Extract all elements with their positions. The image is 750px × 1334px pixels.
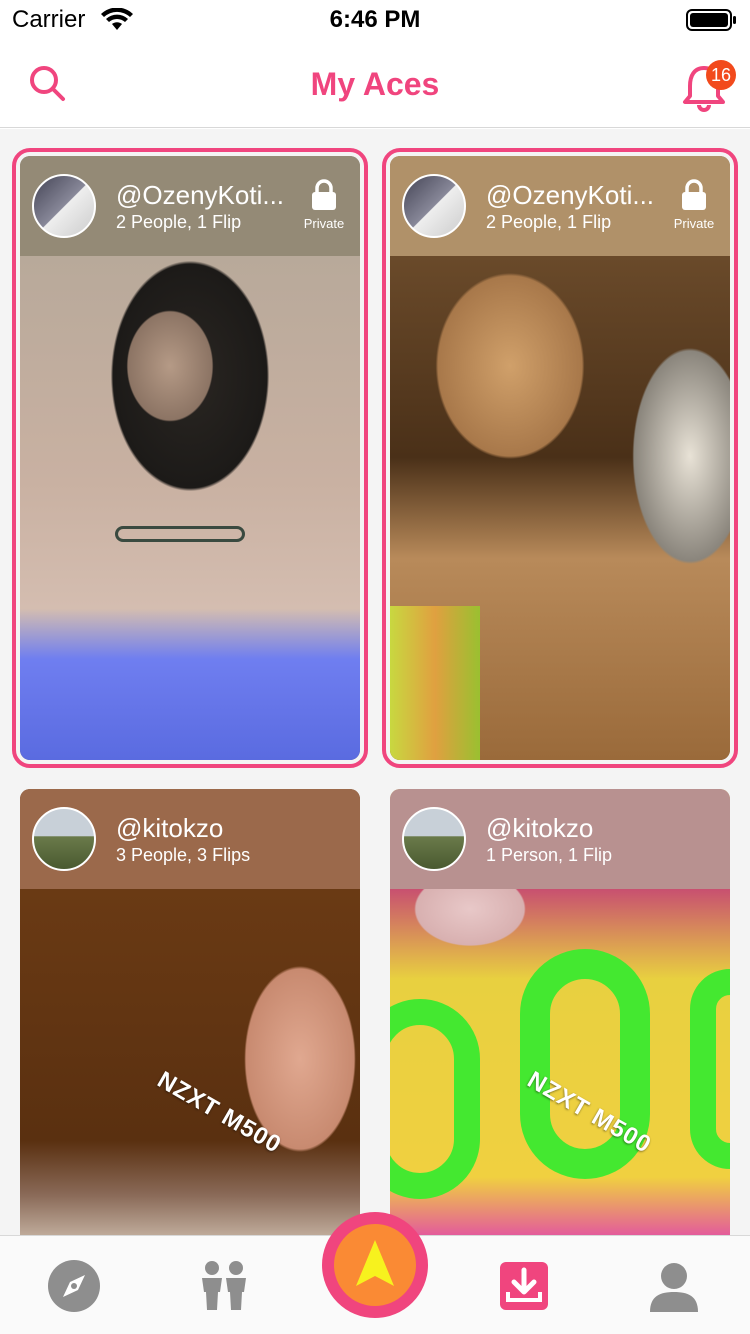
necklace-shape — [115, 526, 245, 542]
green-ring-shape — [390, 999, 480, 1199]
card-owner: @kitokzo — [486, 813, 594, 843]
private-label: Private — [673, 216, 715, 231]
center-arrow-icon — [356, 1240, 394, 1286]
card-owner: @OzenyKoti... — [486, 180, 655, 210]
card-owner: @OzenyKoti... — [116, 180, 285, 210]
card-meta: 2 People, 1 Flip — [486, 212, 612, 232]
avatar — [402, 174, 466, 238]
card-header: @OzenyKoti... 2 People, 1 Flip Private — [390, 156, 730, 256]
private-label: Private — [303, 216, 345, 231]
ace-thumbnail — [20, 256, 360, 760]
card-header: @kitokzo 3 People, 3 Flips — [20, 789, 360, 889]
inbox-download-icon[interactable] — [494, 1256, 554, 1316]
page-title: My Aces — [310, 66, 440, 102]
ace-card[interactable]: NZXT M500 @kitokzo 3 People, 3 Flips — [20, 789, 360, 1235]
avatar — [32, 174, 96, 238]
lock-icon — [312, 179, 336, 210]
create-ace-inner — [334, 1224, 416, 1306]
status-bar: Carrier 6:46 PM — [0, 0, 750, 40]
ace-card[interactable]: @OzenyKoti... 2 People, 1 Flip Private — [382, 148, 738, 768]
card-header: @kitokzo 1 Person, 1 Flip — [390, 789, 730, 889]
card-meta: 2 People, 1 Flip — [116, 212, 242, 232]
card-owner: @kitokzo — [116, 813, 224, 843]
card-overlay-text: NZXT M500 — [152, 1066, 287, 1159]
profile-icon[interactable] — [644, 1256, 704, 1316]
create-ace-button[interactable] — [322, 1212, 428, 1318]
private-indicator: Private — [296, 178, 352, 231]
avatar — [402, 807, 466, 871]
ace-thumbnail: NZXT M500 — [20, 889, 360, 1235]
notification-badge: 16 — [706, 60, 736, 90]
battery-icon — [686, 9, 736, 31]
ace-card[interactable]: @OzenyKoti... 2 People, 1 Flip Private — [12, 148, 368, 768]
clock: 6:46 PM — [329, 6, 421, 33]
card-meta: 3 People, 3 Flips — [116, 845, 251, 865]
card-meta: 1 Person, 1 Flip — [486, 845, 613, 865]
card-header: @OzenyKoti... 2 People, 1 Flip Private — [20, 156, 360, 256]
private-indicator: Private — [666, 178, 722, 231]
green-ring-shape — [690, 969, 730, 1169]
people-icon[interactable] — [194, 1256, 254, 1316]
lock-icon — [682, 179, 706, 210]
ace-thumbnail — [390, 256, 730, 760]
aces-grid: @OzenyKoti... 2 People, 1 Flip Private @… — [0, 129, 750, 1235]
compass-icon[interactable] — [44, 1256, 104, 1316]
dress-strap-shape — [390, 606, 480, 760]
ace-thumbnail: NZXT M500 — [390, 889, 730, 1235]
avatar — [32, 807, 96, 871]
navigation-bar: My Aces 16 — [0, 40, 750, 128]
ace-card[interactable]: NZXT M500 @kitokzo 1 Person, 1 Flip — [390, 789, 730, 1235]
